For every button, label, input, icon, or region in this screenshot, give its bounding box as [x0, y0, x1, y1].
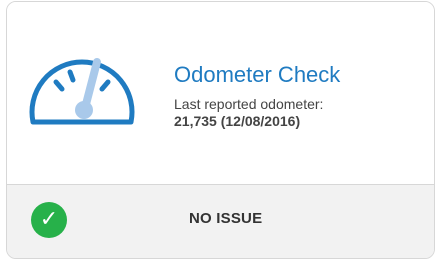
odometer-info: Odometer Check Last reported odometer: 2… [174, 62, 340, 130]
card-body: Odometer Check Last reported odometer: 2… [7, 2, 434, 184]
check-circle-icon: ✓ [31, 202, 67, 238]
status-footer: ✓ NO ISSUE [7, 185, 434, 258]
speedometer-icon [29, 58, 135, 125]
odometer-subtitle: Last reported odometer: [174, 96, 324, 112]
odometer-reading: 21,735 (12/08/2016) [174, 113, 301, 129]
odometer-check-card: Odometer Check Last reported odometer: 2… [6, 1, 435, 259]
status-label: NO ISSUE [189, 210, 263, 227]
card-title: Odometer Check [174, 62, 341, 87]
